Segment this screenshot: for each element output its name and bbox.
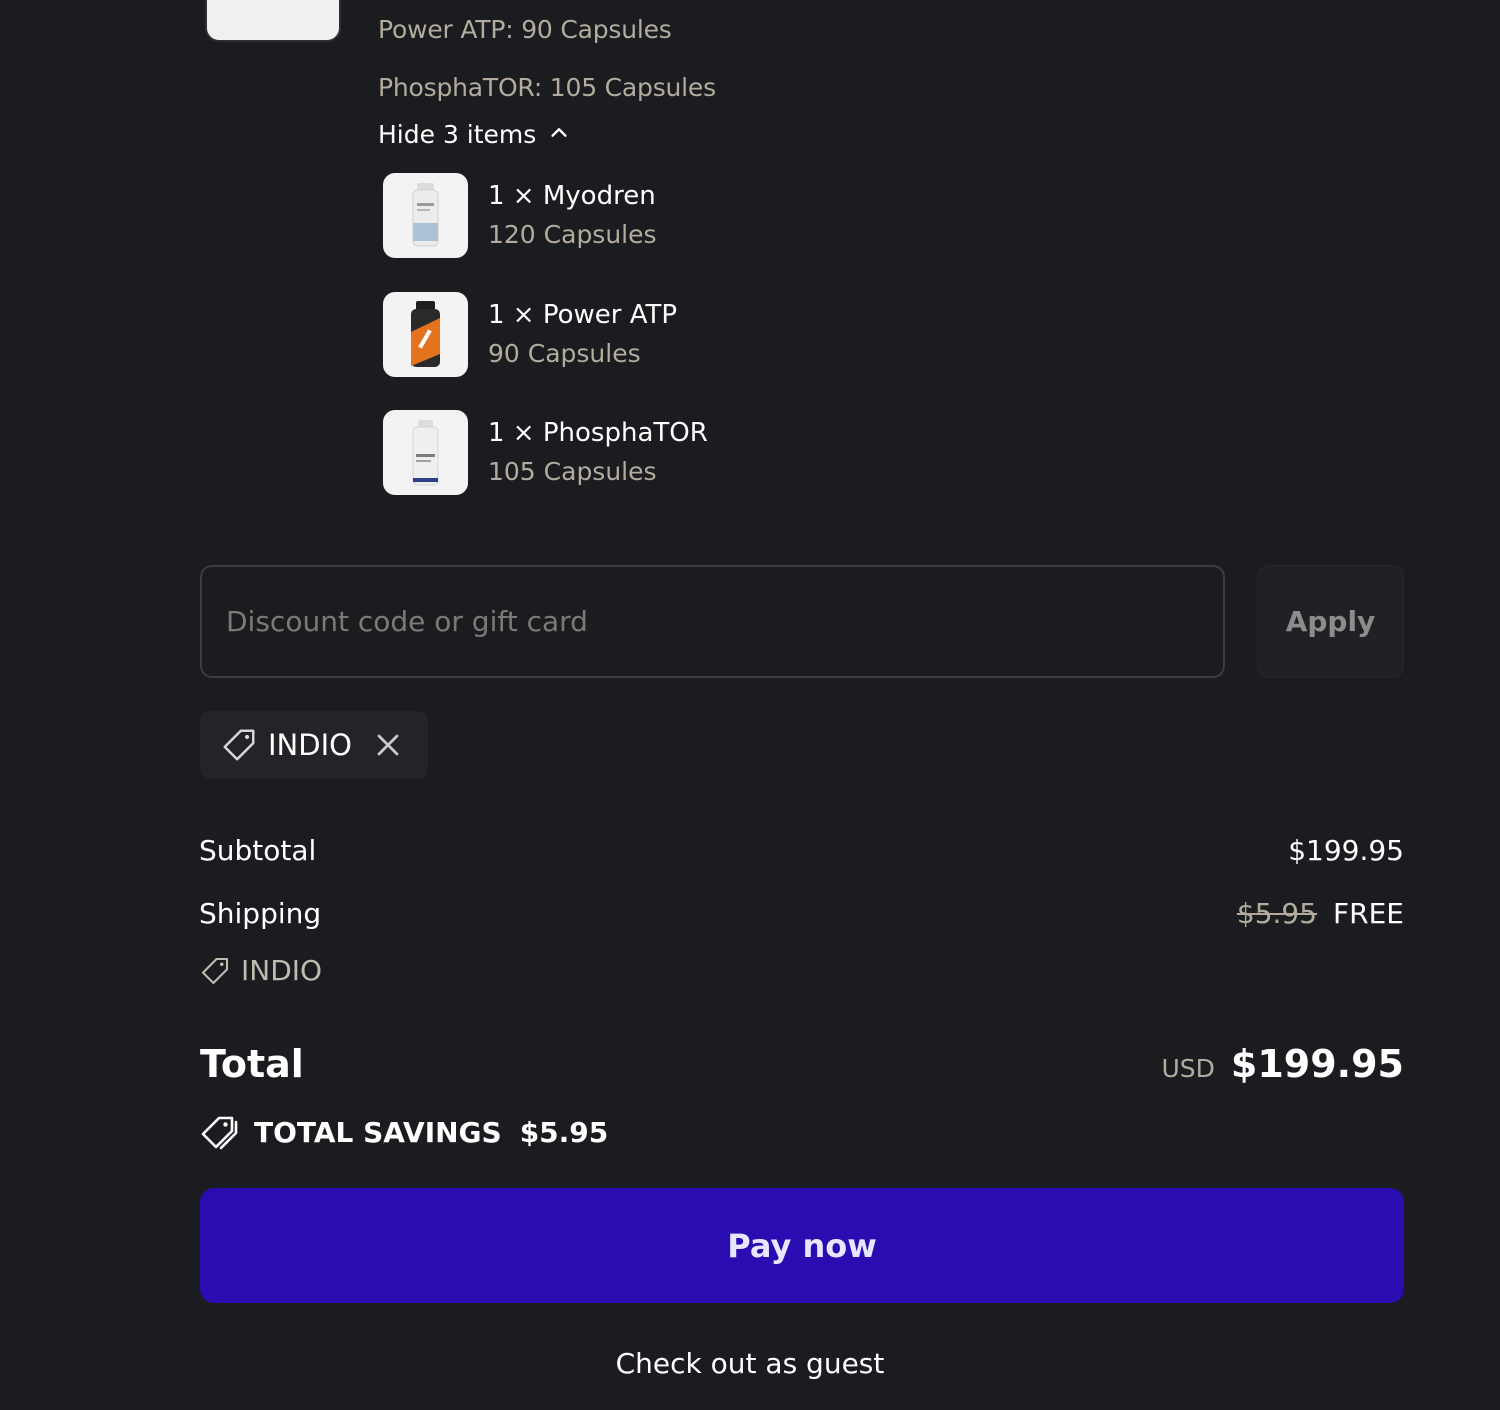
pay-now-button[interactable]: Pay now [200, 1188, 1404, 1303]
bundle-item-phosphator: 1 × PhosphaTOR 105 Capsules [383, 410, 708, 496]
shipping-price: FREE [1333, 897, 1404, 930]
phosphator-product-image [383, 410, 468, 495]
checkout-as-guest-link[interactable]: Check out as guest [0, 1347, 1500, 1380]
total-value-group: USD $199.95 [1162, 1042, 1405, 1086]
shipping-label: Shipping [199, 897, 322, 930]
bundle-variant-power-atp: Power ATP: 90 Capsules [378, 15, 672, 44]
apply-discount-button[interactable]: Apply [1257, 565, 1404, 678]
tag-icon [220, 726, 258, 764]
bundle-item-name: 1 × PhosphaTOR [488, 418, 708, 448]
bundle-item-variant: 105 Capsules [488, 457, 657, 486]
bundle-product-thumbnail [205, 0, 341, 42]
total-currency: USD [1161, 1054, 1215, 1083]
subtotal-label: Subtotal [199, 834, 317, 867]
total-amount: $199.95 [1230, 1042, 1404, 1086]
close-icon[interactable] [374, 731, 402, 759]
power-atp-product-image [383, 292, 468, 377]
shipping-value-group: $5.95 FREE [1237, 897, 1404, 930]
shipping-original-price: $5.95 [1236, 897, 1318, 930]
applied-discount-code: INDIO [268, 728, 352, 762]
hide-items-toggle[interactable]: Hide 3 items [378, 120, 570, 149]
bundle-item-variant: 120 Capsules [488, 220, 657, 249]
shipping-discount-code: INDIO [241, 954, 323, 987]
total-label: Total [200, 1042, 304, 1086]
tag-icon [199, 955, 231, 987]
myodren-product-image [383, 173, 468, 258]
bundle-item-variant: 90 Capsules [488, 339, 641, 368]
bundle-item-name: 1 × Myodren [488, 181, 656, 211]
savings-amount: $5.95 [519, 1115, 609, 1149]
savings-tags-icon [200, 1112, 240, 1152]
hide-items-label: Hide 3 items [378, 120, 537, 149]
bundle-item-name: 1 × Power ATP [488, 300, 678, 330]
chevron-up-icon [548, 120, 570, 149]
applied-discount-chip: INDIO [200, 711, 428, 779]
discount-code-input[interactable] [200, 565, 1225, 678]
savings-label: TOTAL SAVINGS [254, 1115, 502, 1149]
checkout-order-summary: Power ATP: 90 Capsules PhosphaTOR: 105 C… [0, 0, 1500, 1410]
total-savings: TOTAL SAVINGS $5.95 [200, 1112, 608, 1152]
bundle-variant-phosphator: PhosphaTOR: 105 Capsules [378, 73, 716, 102]
subtotal-value: $199.95 [1288, 834, 1404, 867]
bundle-item-myodren: 1 × Myodren 120 Capsules [383, 173, 657, 259]
bundle-item-power-atp: 1 × Power ATP 90 Capsules [383, 292, 677, 378]
shipping-discount-line: INDIO [199, 954, 322, 987]
